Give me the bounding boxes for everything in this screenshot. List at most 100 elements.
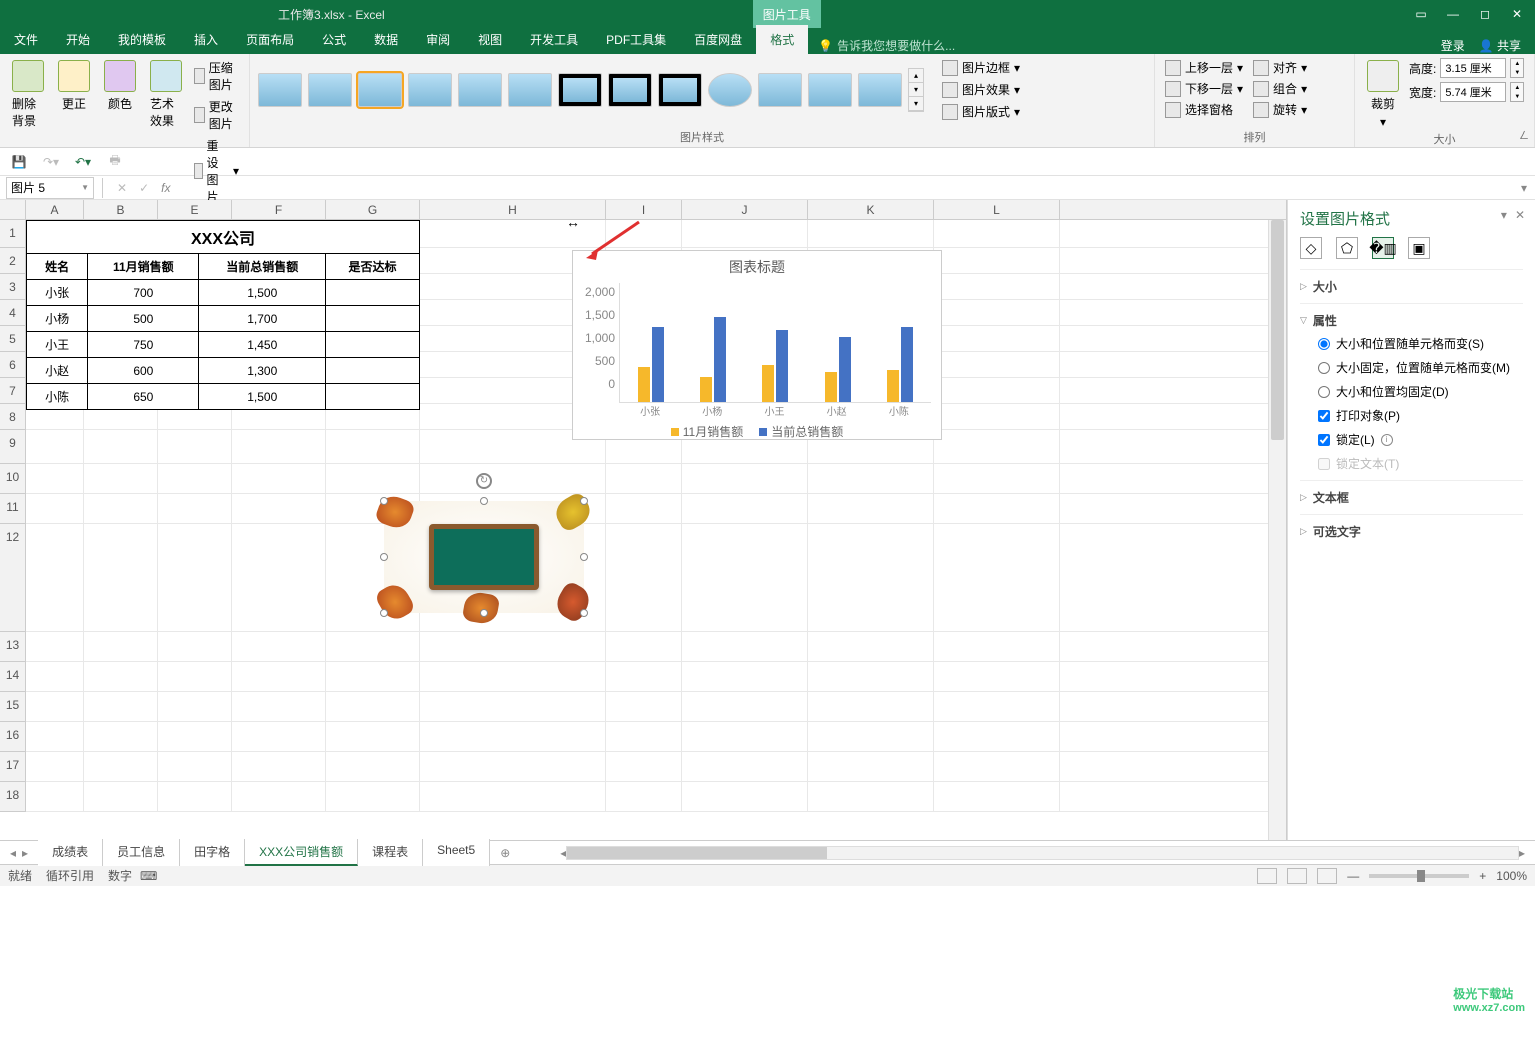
corrections-button[interactable]: 更正	[54, 58, 94, 114]
opt-dont-move[interactable]: 大小和位置均固定(D)	[1318, 383, 1523, 400]
row-header[interactable]: 8	[0, 404, 26, 430]
resize-handle[interactable]	[380, 497, 388, 505]
color-button[interactable]: 颜色	[100, 58, 140, 114]
style-thumb[interactable]	[708, 73, 752, 107]
minimize-icon[interactable]: —	[1445, 6, 1461, 22]
pane-close-icon[interactable]: ✕	[1515, 208, 1525, 222]
row-header[interactable]: 7	[0, 378, 26, 404]
style-thumb[interactable]	[608, 73, 652, 107]
zoom-out-icon[interactable]: —	[1347, 869, 1359, 883]
row-header[interactable]: 2	[0, 248, 26, 274]
row-header[interactable]: 14	[0, 662, 26, 692]
embedded-chart[interactable]: 图表标题 2,0001,5001,0005000 小张小杨小王小赵小陈 11月销…	[572, 250, 942, 440]
style-thumb[interactable]	[308, 73, 352, 107]
style-thumb[interactable]	[258, 73, 302, 107]
vertical-scrollbar[interactable]	[1268, 220, 1286, 840]
tab-data[interactable]: 数据	[360, 25, 412, 54]
rotation-handle-icon[interactable]	[476, 473, 492, 489]
row-header[interactable]: 1	[0, 220, 26, 248]
tab-format[interactable]: 格式	[756, 25, 808, 54]
width-input[interactable]	[1440, 82, 1506, 102]
column-header[interactable]: A	[26, 200, 84, 219]
formula-input[interactable]	[176, 177, 1513, 199]
ribbon-options-icon[interactable]: ▭	[1413, 6, 1429, 22]
sheet-tab[interactable]: 田字格	[180, 839, 245, 866]
picture-border-button[interactable]: 图片边框▾	[940, 58, 1022, 77]
resize-handle[interactable]	[380, 553, 388, 561]
rotate-button[interactable]: 旋转▾	[1251, 100, 1309, 119]
tab-nav-last-icon[interactable]: ▸	[20, 846, 30, 860]
height-spinner[interactable]: ▲▼	[1510, 58, 1524, 78]
keyboard-icon[interactable]: ⌨	[140, 869, 157, 883]
opt-print[interactable]: 打印对象(P)	[1318, 407, 1523, 424]
row-header[interactable]: 6	[0, 352, 26, 378]
reset-picture-button[interactable]: 重设图片▾	[192, 136, 241, 206]
fill-line-icon[interactable]: ◇	[1300, 237, 1322, 259]
tab-dev[interactable]: 开发工具	[516, 25, 592, 54]
row-header[interactable]: 18	[0, 782, 26, 812]
pane-options-icon[interactable]: ▾	[1501, 208, 1507, 222]
picture-effects-button[interactable]: 图片效果▾	[940, 80, 1022, 99]
row-header[interactable]: 13	[0, 632, 26, 662]
resize-handle[interactable]	[580, 497, 588, 505]
column-header[interactable]: F	[232, 200, 326, 219]
resize-handle[interactable]	[380, 609, 388, 617]
tab-insert[interactable]: 插入	[180, 25, 232, 54]
section-textbox[interactable]: ▷文本框	[1300, 489, 1523, 506]
crop-button[interactable]: 裁剪▾	[1363, 58, 1403, 131]
tab-templates[interactable]: 我的模板	[104, 25, 180, 54]
row-header[interactable]: 17	[0, 752, 26, 782]
tab-file[interactable]: 文件	[0, 25, 52, 54]
normal-view-icon[interactable]	[1257, 868, 1277, 884]
column-header[interactable]: J	[682, 200, 808, 219]
height-input[interactable]	[1440, 58, 1506, 78]
style-thumb[interactable]	[508, 73, 552, 107]
sheet-tab[interactable]: XXX公司销售额	[245, 839, 358, 866]
row-header[interactable]: 4	[0, 300, 26, 326]
tab-pdf[interactable]: PDF工具集	[592, 25, 680, 54]
sheet-tab[interactable]: 成绩表	[38, 839, 103, 866]
zoom-level[interactable]: 100%	[1496, 869, 1527, 883]
select-all-corner[interactable]	[0, 200, 26, 219]
share-button[interactable]: 👤 共享	[1479, 37, 1521, 54]
resize-handle[interactable]	[480, 497, 488, 505]
row-header[interactable]: 10	[0, 464, 26, 494]
resize-handle[interactable]	[580, 609, 588, 617]
align-button[interactable]: 对齐▾	[1251, 58, 1309, 77]
width-spinner[interactable]: ▲▼	[1510, 82, 1524, 102]
tab-baidu[interactable]: 百度网盘	[680, 25, 756, 54]
sheet-tab[interactable]: 员工信息	[103, 839, 180, 866]
resize-handle[interactable]	[580, 553, 588, 561]
opt-locked[interactable]: 锁定(L)i	[1318, 431, 1523, 448]
tab-view[interactable]: 视图	[464, 25, 516, 54]
change-picture-button[interactable]: 更改图片	[192, 97, 241, 133]
login-button[interactable]: 登录	[1441, 37, 1465, 54]
maximize-icon[interactable]: ◻	[1477, 6, 1493, 22]
tab-layout[interactable]: 页面布局	[232, 25, 308, 54]
column-header[interactable]: B	[84, 200, 158, 219]
send-backward-button[interactable]: 下移一层▾	[1163, 79, 1245, 98]
section-size[interactable]: ▷大小	[1300, 278, 1523, 295]
column-header[interactable]: L	[934, 200, 1060, 219]
opt-move-size-cells[interactable]: 大小和位置随单元格而变(S)	[1318, 335, 1523, 352]
style-thumb[interactable]	[858, 73, 902, 107]
close-icon[interactable]: ✕	[1509, 6, 1525, 22]
style-thumb[interactable]	[658, 73, 702, 107]
add-sheet-icon[interactable]: ⊕	[490, 842, 520, 864]
bring-forward-button[interactable]: 上移一层▾	[1163, 58, 1245, 77]
group-button[interactable]: 组合▾	[1251, 79, 1309, 98]
sheet-tab[interactable]: 课程表	[358, 839, 423, 866]
collapse-ribbon-icon[interactable]: ㄥ	[1519, 127, 1529, 142]
horizontal-scrollbar[interactable]: ◂ ▸	[550, 846, 1535, 860]
picture-styles-gallery[interactable]: ▴▾▾	[258, 68, 924, 112]
tab-formula[interactable]: 公式	[308, 25, 360, 54]
gallery-scroll[interactable]: ▴▾▾	[908, 68, 924, 112]
zoom-slider[interactable]	[1369, 874, 1469, 878]
opt-move-not-size[interactable]: 大小固定，位置随单元格而变(M)	[1318, 359, 1523, 376]
remove-background-button[interactable]: 删除背景	[8, 58, 48, 131]
style-thumb[interactable]	[458, 73, 502, 107]
sheet-tab[interactable]: Sheet5	[423, 839, 490, 866]
resize-handle[interactable]	[480, 609, 488, 617]
selected-picture[interactable]	[384, 501, 584, 613]
style-thumb-selected[interactable]	[358, 73, 402, 107]
